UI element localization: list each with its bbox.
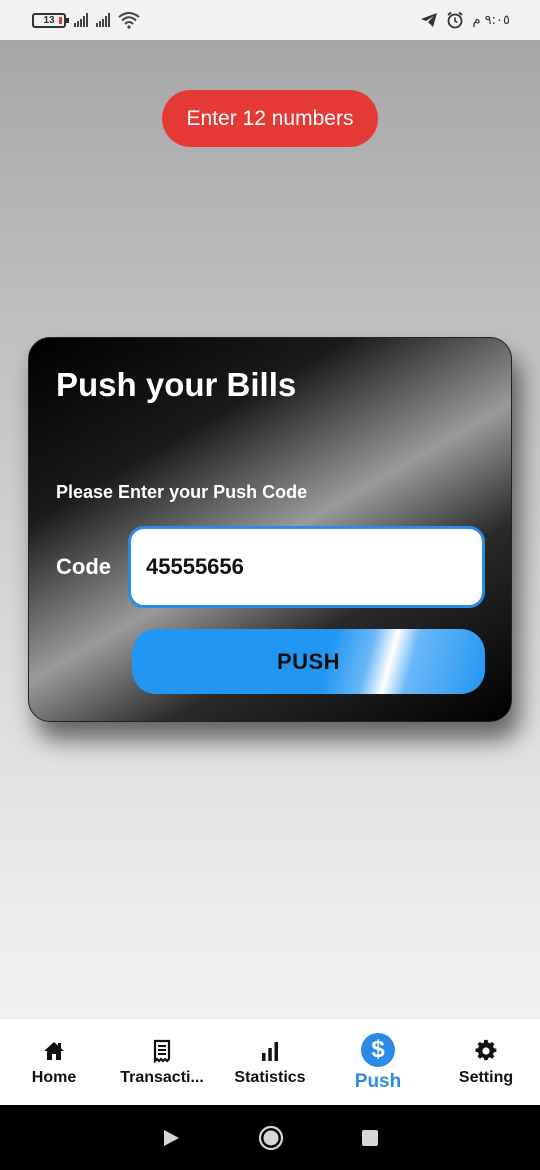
nav-item-home[interactable]: Home — [0, 1019, 108, 1106]
system-nav-bar — [0, 1105, 540, 1170]
nav-item-transactions[interactable]: Transacti... — [108, 1019, 216, 1106]
status-bar: 13 ٩:٠٥ م — [0, 0, 540, 40]
nav-label-transactions: Transacti... — [120, 1069, 204, 1086]
status-right: ٩:٠٥ م — [420, 11, 510, 29]
nav-label-home: Home — [31, 1069, 77, 1086]
nav-label-push: Push — [354, 1071, 402, 1092]
nav-label-setting: Setting — [458, 1069, 514, 1086]
recents-icon[interactable] — [362, 1129, 378, 1146]
bottom-nav: Home Transacti... Statistics $ Push Sett… — [0, 1018, 540, 1105]
card-title: Push your Bills — [56, 366, 297, 403]
status-left: 13 — [32, 11, 140, 29]
signal-icon — [74, 13, 88, 27]
wifi-icon — [118, 12, 140, 29]
code-label: Code — [56, 554, 111, 579]
signal-icon — [96, 13, 110, 27]
push-button[interactable]: PUSH — [132, 629, 485, 694]
gear-icon — [475, 1039, 497, 1061]
receipt-icon — [153, 1039, 171, 1063]
home-circle-icon[interactable] — [258, 1125, 284, 1151]
push-card: Push your Bills Please Enter your Push C… — [28, 337, 512, 722]
nav-item-setting[interactable]: Setting — [432, 1019, 540, 1106]
battery-level: 13 — [43, 14, 55, 26]
card-subtitle: Please Enter your Push Code — [56, 482, 308, 502]
error-toast: Enter 12 numbers — [162, 90, 378, 147]
dollar-icon: $ — [361, 1033, 395, 1067]
alarm-icon — [447, 11, 464, 29]
back-icon[interactable] — [162, 1129, 180, 1147]
nav-label-statistics: Statistics — [234, 1069, 306, 1086]
bar-chart-icon — [262, 1042, 278, 1061]
nav-item-statistics[interactable]: Statistics — [216, 1019, 324, 1106]
home-icon — [44, 1042, 64, 1060]
status-time: ٩:٠٥ م — [472, 12, 510, 28]
code-input[interactable] — [128, 526, 485, 608]
battery-icon: 13 — [32, 12, 69, 28]
nav-item-push[interactable]: $ Push — [324, 1019, 432, 1106]
telegram-icon — [421, 13, 438, 27]
